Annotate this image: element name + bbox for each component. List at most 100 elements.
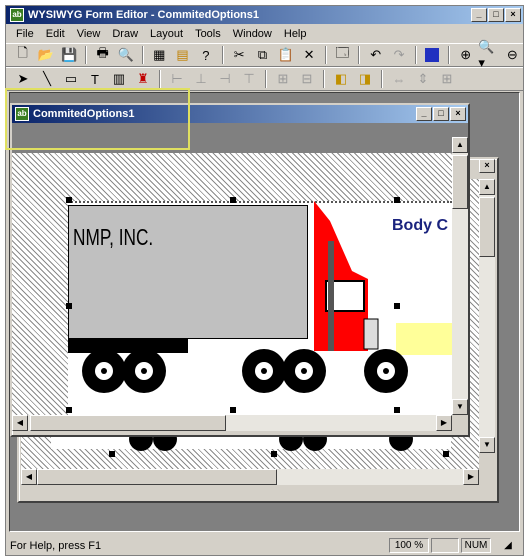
selection-handle[interactable] <box>394 407 400 413</box>
menu-edit[interactable]: Edit <box>40 28 71 40</box>
form-close-button[interactable]: × <box>450 107 466 121</box>
selection-handle[interactable] <box>66 303 72 309</box>
status-bar: For Help, press F1 100 % NUM ◢ <box>6 536 523 555</box>
properties-icon[interactable]: ▤ <box>172 45 193 65</box>
form-minimize-button[interactable]: _ <box>416 107 432 121</box>
app-icon: ab <box>10 8 24 22</box>
align-left-icon[interactable]: ⊢ <box>166 69 188 89</box>
bring-front-icon[interactable]: ◧ <box>330 69 352 89</box>
image-icon[interactable]: ♜ <box>132 69 154 89</box>
scroll-right-button[interactable]: ▶ <box>436 415 452 431</box>
text-icon[interactable]: T <box>84 69 106 89</box>
app-title: WYSIWYG Form Editor - CommitedOptions1 <box>28 9 259 21</box>
object-properties-icon[interactable]: 🗔 <box>332 45 353 65</box>
menu-bar: File Edit View Draw Layout Tools Window … <box>6 25 523 43</box>
scroll-thumb[interactable] <box>37 469 277 485</box>
size-grip[interactable] <box>452 415 468 431</box>
form-horizontal-scrollbar[interactable]: ◀ ▶ <box>12 415 452 431</box>
menu-draw[interactable]: Draw <box>106 28 144 40</box>
minimize-button[interactable]: _ <box>471 8 487 22</box>
grid-icon[interactable]: ⊞ <box>436 69 458 89</box>
zoom-in-icon[interactable]: ⊕ <box>455 45 476 65</box>
save-icon[interactable]: 💾 <box>59 45 80 65</box>
background-close-button[interactable]: × <box>479 159 495 173</box>
scroll-down-button[interactable]: ▼ <box>452 399 468 415</box>
menu-help[interactable]: Help <box>278 28 313 40</box>
menu-layout[interactable]: Layout <box>144 28 189 40</box>
toolbar-separator <box>141 46 144 64</box>
scroll-left-button[interactable]: ◀ <box>21 469 37 485</box>
print-icon[interactable]: 🖶 <box>92 45 113 65</box>
selection-handle[interactable] <box>230 197 236 203</box>
form-window[interactable]: ab CommitedOptions1 _ □ × NMP, INC. Body… <box>10 103 470 437</box>
mdi-client-area: × ▲ ▼ ◀ ▶ ab CommitedOptions1 _ □ × NMP,… <box>9 92 520 532</box>
align-center-icon[interactable]: ⊥ <box>190 69 212 89</box>
app-title-bar[interactable]: ab WYSIWYG Form Editor - CommitedOptions… <box>6 6 523 24</box>
menu-window[interactable]: Window <box>227 28 278 40</box>
align-bottom-icon[interactable]: ⊤ <box>238 69 260 89</box>
menu-view[interactable]: View <box>71 28 107 40</box>
toolbar-separator <box>159 70 161 88</box>
scroll-thumb[interactable] <box>452 155 468 209</box>
toolbar-separator <box>414 46 417 64</box>
same-width-icon[interactable]: ⊞ <box>272 69 294 89</box>
space-vertical-icon[interactable]: ⇕ <box>412 69 434 89</box>
zoom-out-icon[interactable]: ⊖ <box>502 45 523 65</box>
print-preview-icon[interactable]: 🔍 <box>115 45 136 65</box>
toolbar-separator <box>221 46 224 64</box>
background-horizontal-scrollbar[interactable]: ◀ ▶ <box>21 469 479 485</box>
selection-handle[interactable] <box>394 303 400 309</box>
toolbar-separator <box>448 46 450 64</box>
design-canvas[interactable]: NMP, INC. Body C <box>12 153 452 415</box>
space-horizontal-icon[interactable]: ⇔ <box>388 69 410 89</box>
scroll-thumb[interactable] <box>479 197 495 257</box>
toolbar-separator <box>84 46 87 64</box>
toolbar-separator <box>381 70 383 88</box>
color-icon[interactable] <box>422 45 443 65</box>
same-height-icon[interactable]: ⊟ <box>296 69 318 89</box>
help-icon[interactable]: ? <box>195 45 216 65</box>
zoom-menu-icon[interactable]: 🔍▾ <box>478 39 499 70</box>
selection-handle[interactable] <box>230 407 236 413</box>
close-button[interactable]: × <box>505 8 521 22</box>
align-right-icon[interactable]: ⊣ <box>214 69 236 89</box>
scroll-left-button[interactable]: ◀ <box>12 415 28 431</box>
copy-icon[interactable]: ⧉ <box>252 45 273 65</box>
background-vertical-scrollbar[interactable]: ▲ ▼ <box>479 179 495 453</box>
toolbar-separator <box>323 70 325 88</box>
scroll-up-button[interactable]: ▲ <box>452 137 468 153</box>
toolbar-separator <box>265 70 267 88</box>
selection-handle[interactable] <box>443 451 449 457</box>
delete-icon[interactable]: ✕ <box>298 45 319 65</box>
status-size-grip[interactable]: ◢ <box>493 538 523 553</box>
cut-icon[interactable]: ✂ <box>229 45 250 65</box>
new-icon[interactable]: 🗋 <box>12 45 33 65</box>
scroll-down-button[interactable]: ▼ <box>479 437 495 453</box>
status-panel-empty <box>431 538 459 553</box>
redo-icon[interactable]: ↷ <box>388 45 409 65</box>
scroll-up-button[interactable]: ▲ <box>479 179 495 195</box>
selection-handle[interactable] <box>66 407 72 413</box>
form-vertical-scrollbar[interactable]: ▲ ▼ <box>452 137 468 415</box>
rectangle-icon[interactable]: ▭ <box>60 69 82 89</box>
selection-handle[interactable] <box>66 197 72 203</box>
scroll-right-button[interactable]: ▶ <box>463 469 479 485</box>
paste-icon[interactable]: 📋 <box>275 45 296 65</box>
maximize-button[interactable]: □ <box>488 8 504 22</box>
send-back-icon[interactable]: ◨ <box>354 69 376 89</box>
line-icon[interactable]: ╲ <box>36 69 58 89</box>
selection-handle[interactable] <box>109 451 115 457</box>
pointer-icon[interactable]: ➤ <box>12 69 34 89</box>
zoom-indicator: 100 % <box>389 538 429 553</box>
barcode-icon[interactable]: ▥ <box>108 69 130 89</box>
menu-file[interactable]: File <box>10 28 40 40</box>
open-icon[interactable]: 📂 <box>35 45 56 65</box>
selection-handle[interactable] <box>394 197 400 203</box>
menu-tools[interactable]: Tools <box>189 28 227 40</box>
undo-icon[interactable]: ↶ <box>365 45 386 65</box>
form-maximize-button[interactable]: □ <box>433 107 449 121</box>
scroll-thumb[interactable] <box>30 415 226 431</box>
selection-handle[interactable] <box>271 451 277 457</box>
database-icon[interactable]: ▦ <box>149 45 170 65</box>
highlight-box <box>5 88 190 150</box>
